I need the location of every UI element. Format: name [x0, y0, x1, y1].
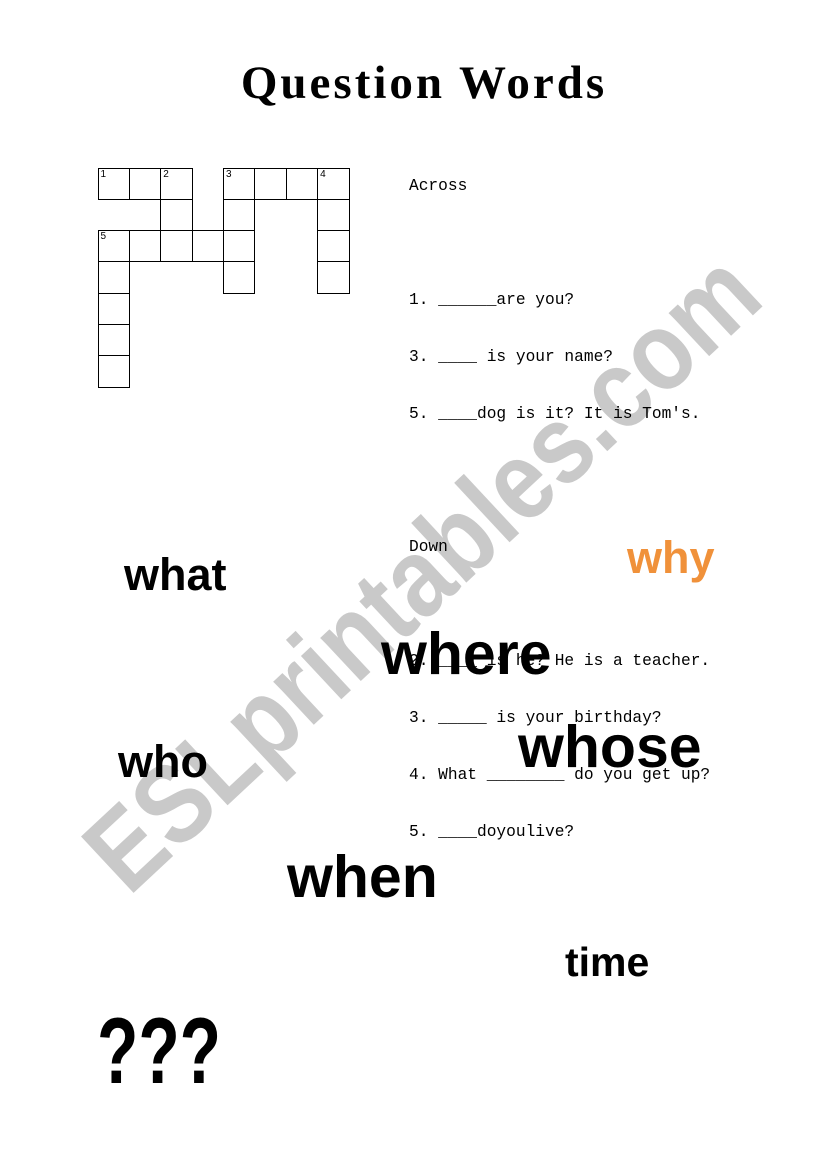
- clue-number: 3: [226, 168, 232, 180]
- word-what: what: [124, 549, 227, 600]
- crossword-cell[interactable]: [128, 167, 162, 200]
- word-who: who: [118, 736, 208, 787]
- crossword-cell[interactable]: [128, 230, 162, 263]
- crossword-cell[interactable]: [97, 261, 130, 294]
- word-why: why: [627, 532, 715, 583]
- crossword-cell[interactable]: [97, 355, 130, 388]
- crossword-cell[interactable]: [254, 167, 287, 200]
- crossword-cell[interactable]: [317, 261, 350, 294]
- across-clue-5: 5. ____dog is it? It is Tom's.: [409, 405, 701, 423]
- across-clue-3: 3. ____ is your name?: [409, 348, 613, 366]
- crossword-cell-5[interactable]: 5: [97, 230, 130, 263]
- word-when: when: [287, 844, 438, 910]
- crossword-cell[interactable]: [285, 167, 319, 200]
- page-title: Question Words: [240, 57, 608, 109]
- crossword-cell[interactable]: [191, 230, 224, 263]
- clue-number: 5: [100, 231, 107, 243]
- crossword-cell[interactable]: [160, 230, 193, 263]
- clue-number: 2: [163, 168, 169, 180]
- crossword-cell[interactable]: [160, 198, 193, 232]
- clue-number: 1: [100, 168, 107, 180]
- across-clue-1: 1. ______are you?: [409, 291, 575, 309]
- word-time: time: [565, 939, 650, 985]
- crossword-grid: 1 2 3 4 5: [97, 167, 350, 388]
- crossword-cell[interactable]: [223, 230, 256, 263]
- clue-number: 4: [320, 168, 326, 180]
- worksheet-page: ESLprintables.com Question Words 12345 A…: [0, 0, 826, 1169]
- crossword-cell[interactable]: [317, 198, 350, 232]
- crossword-cell-4[interactable]: 4: [317, 167, 350, 200]
- question-marks: ???: [97, 998, 222, 1103]
- crossword-cell-2[interactable]: 2: [160, 167, 193, 200]
- crossword-cell[interactable]: [97, 324, 130, 357]
- crossword-cell[interactable]: [317, 230, 350, 263]
- across-heading: Across: [409, 177, 468, 195]
- crossword-cell[interactable]: [97, 292, 130, 325]
- crossword-cell-1[interactable]: 1: [97, 167, 130, 200]
- crossword-cell[interactable]: [223, 198, 256, 232]
- word-where: where: [381, 621, 552, 687]
- crossword-cell[interactable]: [223, 261, 256, 294]
- crossword-cell-3[interactable]: 3: [223, 167, 256, 200]
- down-clue-5: 5. ____doyoulive?: [409, 823, 575, 841]
- word-whose: whose: [518, 714, 702, 780]
